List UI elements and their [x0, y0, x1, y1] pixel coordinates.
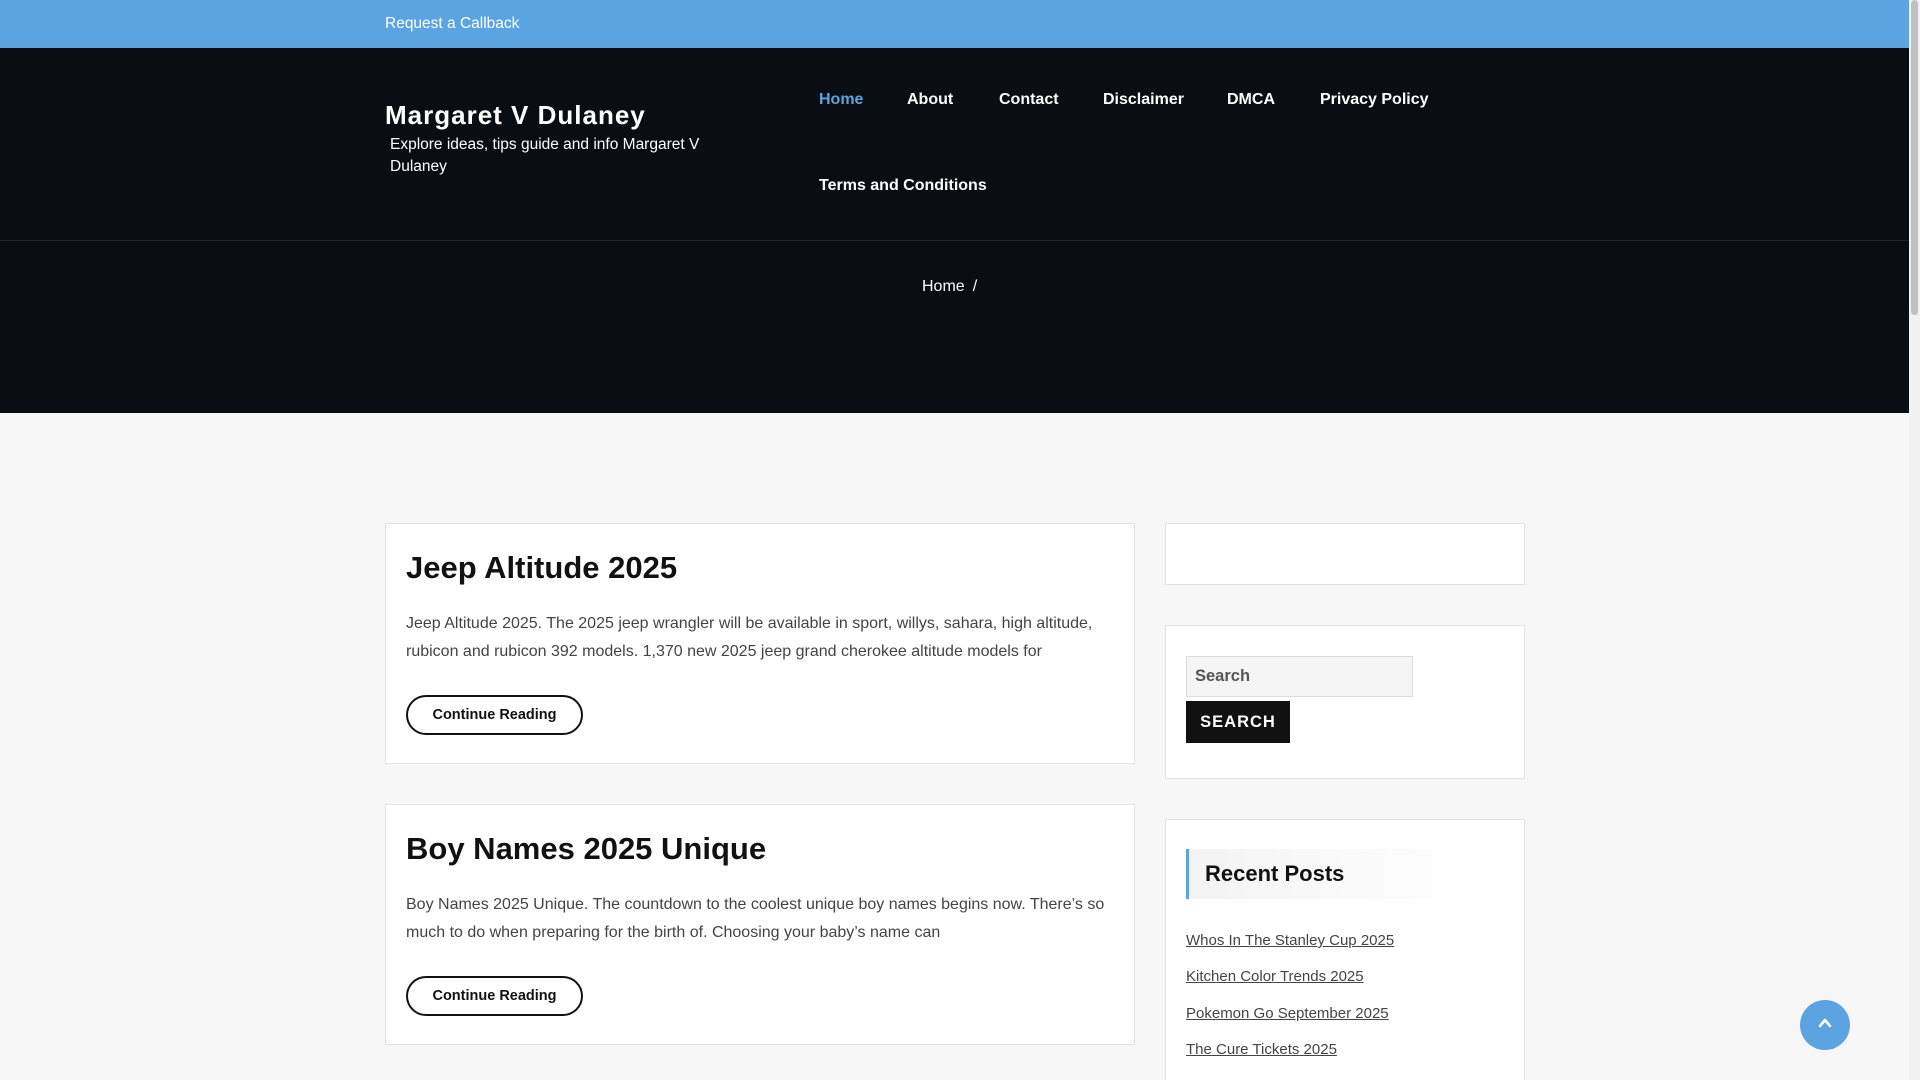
- search-widget: SEARCH: [1165, 625, 1525, 779]
- back-to-top-button[interactable]: [1800, 1000, 1850, 1050]
- page-scrollbar[interactable]: [1909, 0, 1920, 1080]
- recent-post-link[interactable]: Pokemon Go September 2025: [1186, 1005, 1389, 1022]
- empty-widget: [1165, 523, 1525, 585]
- post-excerpt: Boy Names 2025 Unique. The countdown to …: [406, 896, 1105, 941]
- request-callback-link[interactable]: Request a Callback: [385, 15, 519, 33]
- nav-item-about[interactable]: About: [907, 91, 953, 109]
- recent-posts-widget: Recent Posts Whos In The Stanley Cup 202…: [1165, 819, 1525, 1080]
- nav-item-privacy-policy[interactable]: Privacy Policy: [1320, 91, 1429, 109]
- breadcrumb: Home /: [922, 278, 977, 296]
- nav-item-dmca[interactable]: DMCA: [1227, 91, 1275, 109]
- chevron-up-icon: [1816, 1014, 1834, 1037]
- header-divider: [0, 240, 1909, 241]
- search-button[interactable]: SEARCH: [1186, 701, 1290, 743]
- site-header: Margaret V Dulaney Explore ideas, tips g…: [0, 48, 1909, 413]
- post-title[interactable]: Jeep Altitude 2025: [406, 550, 677, 586]
- breadcrumb-home-link[interactable]: Home: [922, 278, 965, 295]
- recent-posts-heading: Recent Posts: [1186, 849, 1471, 899]
- post-excerpt: Jeep Altitude 2025. The 2025 jeep wrangl…: [406, 615, 1093, 660]
- scrollbar-thumb[interactable]: [1911, 0, 1918, 315]
- post-title[interactable]: Boy Names 2025 Unique: [406, 831, 766, 867]
- continue-reading-button[interactable]: Continue Reading: [406, 976, 583, 1016]
- recent-post-link[interactable]: Whos In The Stanley Cup 2025: [1186, 932, 1394, 949]
- nav-item-terms-and-conditions[interactable]: Terms and Conditions: [819, 177, 987, 195]
- breadcrumb-separator: /: [972, 278, 978, 295]
- site-tagline: Explore ideas, tips guide and info Marga…: [390, 136, 700, 175]
- continue-reading-button[interactable]: Continue Reading: [406, 695, 583, 735]
- recent-post-link[interactable]: The Cure Tickets 2025: [1186, 1041, 1337, 1058]
- nav-item-home[interactable]: Home: [819, 91, 863, 109]
- search-input[interactable]: [1186, 656, 1413, 697]
- nav-item-contact[interactable]: Contact: [999, 91, 1059, 109]
- nav-item-disclaimer[interactable]: Disclaimer: [1103, 91, 1184, 109]
- post-card: Boy Names 2025 Unique Boy Names 2025 Uni…: [385, 804, 1135, 1045]
- top-bar: Request a Callback: [0, 0, 1909, 48]
- site-title[interactable]: Margaret V Dulaney: [385, 100, 646, 131]
- post-card: Jeep Altitude 2025 Jeep Altitude 2025. T…: [385, 523, 1135, 764]
- recent-post-link[interactable]: Kitchen Color Trends 2025: [1186, 968, 1364, 985]
